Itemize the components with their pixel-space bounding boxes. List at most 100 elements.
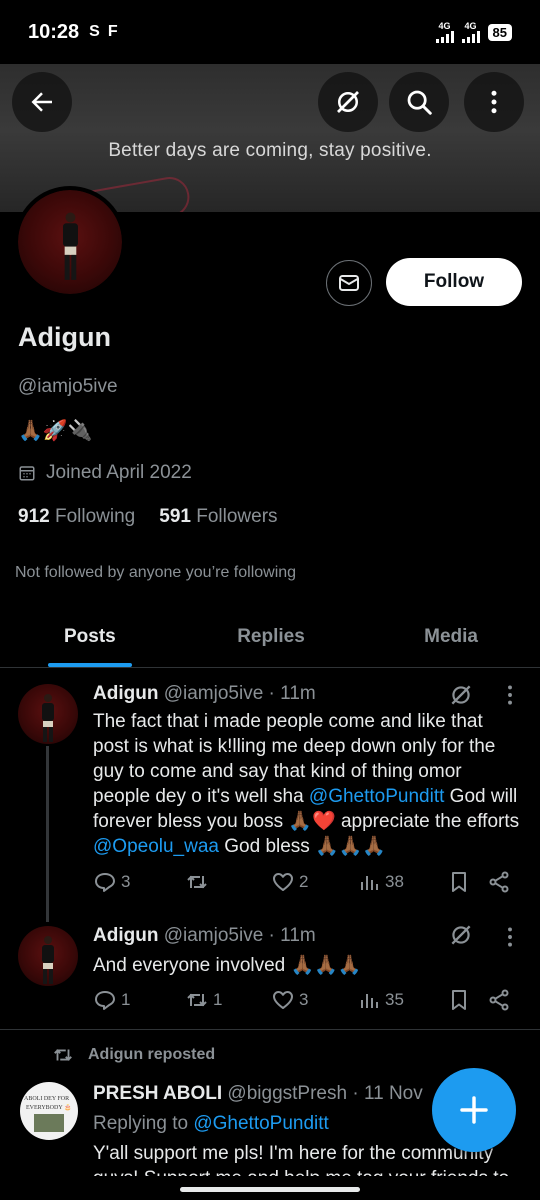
following-count: 912 xyxy=(18,506,50,527)
avatar-photo xyxy=(34,1114,64,1132)
mention-link[interactable]: @GhettoPunditt xyxy=(309,786,444,807)
like-button[interactable]: 3 xyxy=(271,988,308,1012)
bookmark-button[interactable] xyxy=(447,870,471,894)
more-vertical-icon xyxy=(491,90,497,114)
profile-handle: @iamjo5ive xyxy=(18,376,118,397)
notification-icon-f: F xyxy=(107,23,118,40)
post-avatar[interactable] xyxy=(18,926,78,986)
post-handle: @biggstPresh xyxy=(227,1083,348,1104)
mention-link[interactable]: @Opeolu_waa xyxy=(93,836,219,857)
more-vertical-icon[interactable] xyxy=(497,924,523,950)
search-icon xyxy=(407,90,432,115)
post-author[interactable]: Adigun xyxy=(93,683,158,704)
tab-media[interactable]: Media xyxy=(340,606,540,667)
heart-icon xyxy=(273,873,293,891)
repost-icon xyxy=(54,1049,72,1061)
repost-button[interactable] xyxy=(185,870,213,894)
avatar-person-image xyxy=(42,694,54,742)
post-time: 11m xyxy=(280,683,316,704)
follow-button[interactable]: Follow xyxy=(386,258,522,306)
back-arrow-icon xyxy=(31,92,52,112)
post-header: Adigun @iamjo5ive · 11m xyxy=(93,925,316,946)
post-author[interactable]: PRESH ABOLI xyxy=(93,1083,222,1104)
followers-count: 591 xyxy=(159,506,191,527)
bookmark-button[interactable] xyxy=(447,988,471,1012)
avatar-person-image xyxy=(62,212,78,280)
banner-text: Better days are coming, stay positive. xyxy=(108,140,432,161)
tab-replies[interactable]: Replies xyxy=(202,606,340,667)
more-vertical-icon[interactable] xyxy=(497,682,523,708)
views-icon xyxy=(361,876,378,890)
notification-icon-s: S xyxy=(89,23,100,40)
compose-button[interactable] xyxy=(432,1068,516,1152)
share-button[interactable] xyxy=(487,988,511,1012)
post-time: 11m xyxy=(280,925,316,946)
status-right-icons: 4G 4G 85 xyxy=(435,21,512,43)
reply-icon xyxy=(95,873,115,892)
heart-icon xyxy=(273,991,293,1009)
following-label: Following xyxy=(54,506,136,527)
status-time: 10:28 xyxy=(28,20,80,43)
profile-bio: 🙏🏾🚀🔌 xyxy=(18,420,93,442)
profile-tabs: Posts Replies Media xyxy=(0,606,540,668)
more-options-button[interactable] xyxy=(464,72,524,132)
battery-indicator: 85 xyxy=(487,23,512,41)
grok-icon[interactable] xyxy=(448,922,474,948)
status-left-icons: S F xyxy=(89,23,117,41)
plus-icon xyxy=(460,1096,488,1124)
follow-stats: 912 Following 591 Followers xyxy=(18,506,278,528)
repost-icon xyxy=(187,993,207,1007)
replying-to: Replying to @GhettoPunditt xyxy=(93,1113,329,1134)
reply-icon xyxy=(95,991,115,1010)
post-handle: @iamjo5ive xyxy=(163,925,264,946)
repost-note: Adigun reposted xyxy=(52,1044,215,1066)
followers-label: Followers xyxy=(196,506,278,527)
views-button[interactable]: 35 xyxy=(357,988,404,1012)
post-actions: 3 2 38 xyxy=(93,870,523,898)
thread-line xyxy=(46,746,49,922)
joined-text: Joined April 2022 xyxy=(46,462,192,483)
repost-icon xyxy=(187,875,207,889)
post-author[interactable]: Adigun xyxy=(93,925,158,946)
views-icon xyxy=(361,994,378,1008)
post-text: The fact that i made people come and lik… xyxy=(93,711,520,857)
home-indicator[interactable] xyxy=(180,1187,360,1192)
back-button[interactable] xyxy=(12,72,72,132)
post-header: Adigun @iamjo5ive · 11m xyxy=(93,683,316,704)
grok-button[interactable] xyxy=(318,72,378,132)
mention-link[interactable]: @GhettoPunditt xyxy=(193,1113,328,1134)
profile-name: Adigun xyxy=(18,322,111,352)
post-handle: @iamjo5ive xyxy=(163,683,264,704)
envelope-icon xyxy=(339,275,359,291)
like-button[interactable]: 2 xyxy=(271,870,308,894)
joined-date: Joined April 2022 xyxy=(18,462,192,484)
post-time: 11 Nov xyxy=(363,1083,423,1104)
message-button[interactable] xyxy=(326,260,372,306)
share-button[interactable] xyxy=(487,870,511,894)
reply-button[interactable]: 3 xyxy=(93,870,130,894)
signal-icon: 4G xyxy=(461,21,480,43)
reply-button[interactable]: 1 xyxy=(93,988,130,1012)
bookmark-icon xyxy=(452,872,466,892)
search-button[interactable] xyxy=(389,72,449,132)
post-avatar[interactable]: ABOLI DEY FOR EVERYBODY 🎂 xyxy=(20,1082,78,1140)
tab-posts[interactable]: Posts xyxy=(0,606,202,667)
status-bar: 10:28 S F 4G 4G 85 xyxy=(0,0,540,64)
grok-icon[interactable] xyxy=(448,682,474,708)
following-link[interactable]: 912 Following xyxy=(18,506,135,528)
share-icon xyxy=(489,989,509,1011)
post-avatar[interactable] xyxy=(18,684,78,744)
post-actions: 1 1 3 35 xyxy=(93,988,523,1016)
grok-icon xyxy=(337,91,359,113)
bookmark-icon xyxy=(452,990,466,1010)
views-button[interactable]: 38 xyxy=(357,870,404,894)
calendar-icon xyxy=(19,466,35,481)
repost-note-text: Adigun reposted xyxy=(88,1046,216,1063)
profile-avatar[interactable] xyxy=(14,186,126,298)
repost-button[interactable]: 1 xyxy=(185,988,222,1012)
signal-icon: 4G xyxy=(435,21,454,43)
share-icon xyxy=(489,871,509,893)
post-text: And everyone involved 🙏🏾🙏🏾🙏🏾 xyxy=(93,955,362,976)
post-header: PRESH ABOLI @biggstPresh · 11 Nov xyxy=(93,1083,423,1104)
followers-link[interactable]: 591 Followers xyxy=(159,506,277,528)
